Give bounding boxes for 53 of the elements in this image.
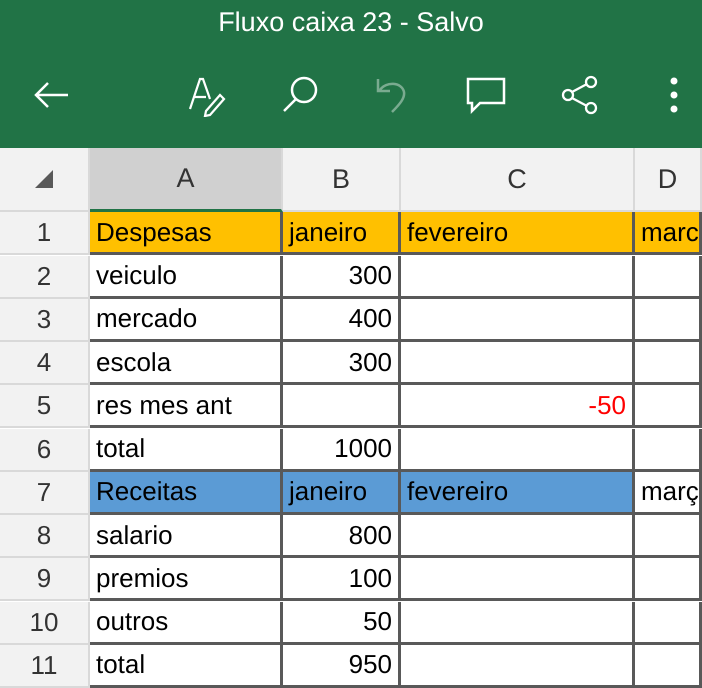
table-cell: 950 xyxy=(283,644,401,688)
table-cell xyxy=(635,256,702,298)
row-header[interactable]: 11 xyxy=(0,644,90,688)
table-cell: 100 xyxy=(283,558,401,602)
table-cell: -50 xyxy=(401,385,635,428)
row-header[interactable]: 1 xyxy=(0,212,90,256)
column-header[interactable]: C xyxy=(401,148,635,212)
table-cell: res mes ant xyxy=(90,385,283,428)
row-header[interactable]: 3 xyxy=(0,298,90,342)
table-cell: 300 xyxy=(283,342,401,385)
table-cell: escola xyxy=(90,342,283,385)
row-header[interactable]: 10 xyxy=(0,602,90,644)
column-header[interactable]: A xyxy=(90,148,283,212)
row-header[interactable]: 9 xyxy=(0,558,90,602)
table-cell xyxy=(635,428,702,472)
table-cell: veiculo xyxy=(90,256,283,298)
table-cell: total xyxy=(90,428,283,472)
row-header[interactable]: 4 xyxy=(0,342,90,385)
table-cell xyxy=(635,515,702,558)
table-cell: janeiro xyxy=(283,212,401,256)
table-cell xyxy=(635,558,702,602)
table-cell: Receitas xyxy=(90,472,283,515)
table-cell: fevereiro xyxy=(401,472,635,515)
select-all-icon[interactable] xyxy=(33,168,55,190)
table-cell: mercado xyxy=(90,298,283,342)
table-cell: 50 xyxy=(283,602,401,644)
row-header[interactable]: 2 xyxy=(0,256,90,298)
table-cell: 800 xyxy=(283,515,401,558)
table-cell: 1000 xyxy=(283,428,401,472)
window-title: Fluxo caixa 23 - Salvo xyxy=(218,6,484,39)
table-cell: premios xyxy=(90,558,283,602)
table-cell xyxy=(635,385,702,428)
row-header[interactable]: 6 xyxy=(0,428,90,472)
table-cell xyxy=(635,342,702,385)
row-header[interactable]: 8 xyxy=(0,515,90,558)
table-cell: 300 xyxy=(283,256,401,298)
table-cell: Despesas xyxy=(90,212,283,256)
column-header[interactable]: D xyxy=(635,148,702,212)
table-cell: janeiro xyxy=(283,472,401,515)
row-header[interactable]: 7 xyxy=(0,472,90,515)
table-cell: marc xyxy=(635,212,702,256)
table-cell xyxy=(635,298,702,342)
table-cell: 400 xyxy=(283,298,401,342)
table-cell: total xyxy=(90,644,283,688)
table-cell: salario xyxy=(90,515,283,558)
table-cell xyxy=(635,602,702,644)
more-icon xyxy=(670,77,678,113)
table-cell: març xyxy=(635,472,702,515)
table-cell xyxy=(635,644,702,688)
table-cell: outros xyxy=(90,602,283,644)
column-header[interactable]: B xyxy=(283,148,401,212)
row-header[interactable]: 5 xyxy=(0,385,90,428)
table-cell: fevereiro xyxy=(401,212,635,256)
